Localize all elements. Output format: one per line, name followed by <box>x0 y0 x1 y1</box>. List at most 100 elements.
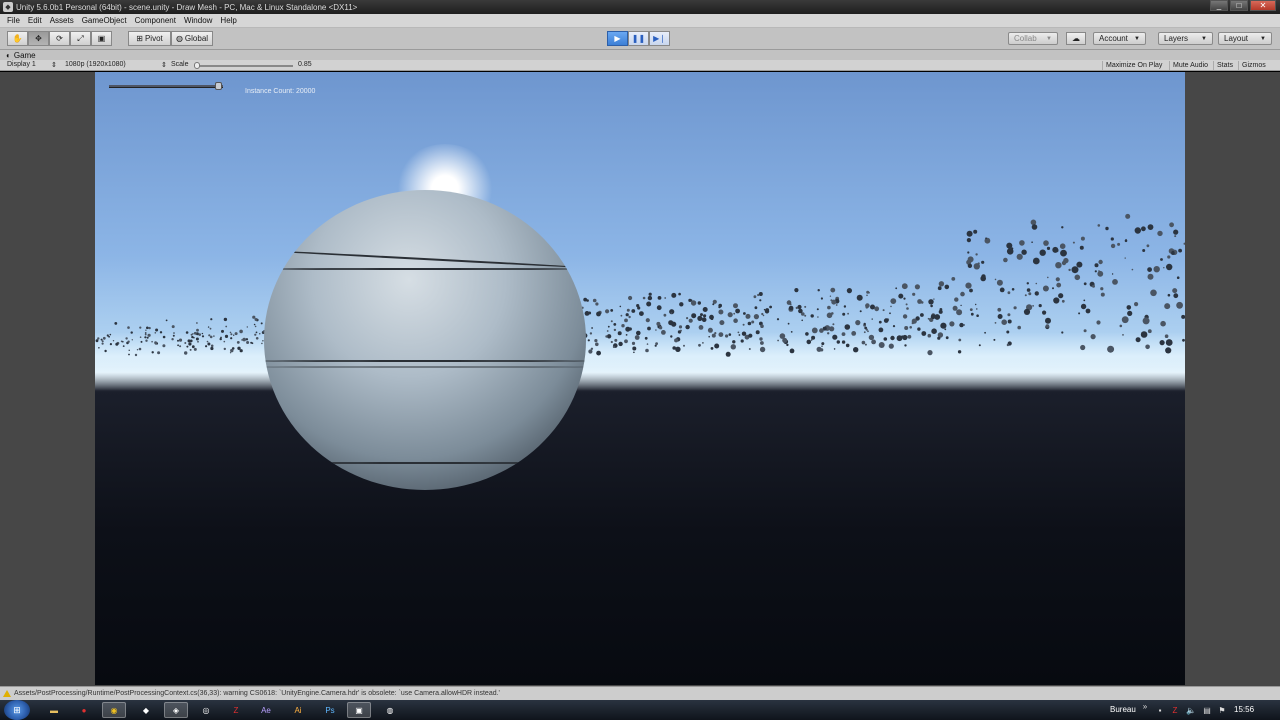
menu-edit[interactable]: Edit <box>24 16 46 25</box>
steam-app[interactable]: ◎ <box>194 702 218 718</box>
instance-slider-fill <box>109 85 223 87</box>
chevron-down-icon: ▼ <box>1201 35 1207 42</box>
photoshop-icon: Ps <box>325 705 335 715</box>
windows-logo-icon: ⊞ <box>13 704 21 715</box>
volume-icon[interactable]: 🔈 <box>1186 705 1196 715</box>
collab-label: Collab <box>1014 34 1037 43</box>
layout-dropdown[interactable]: Layout ▼ <box>1218 32 1272 45</box>
gizmos-dropdown[interactable]: Gizmos <box>1238 61 1269 70</box>
rotate-tool-button[interactable]: ⟳ <box>49 31 70 46</box>
desktop-toolbar-label[interactable]: Bureau <box>1110 705 1136 714</box>
explorer-app[interactable]: ▬ <box>42 702 66 718</box>
pause-button[interactable]: ❚❚ <box>628 31 649 46</box>
stats-toggle[interactable]: Stats <box>1213 61 1236 70</box>
after-effects-icon: Ae <box>261 705 271 715</box>
unity-icon: ◈ <box>172 705 180 715</box>
particle-field <box>95 213 1185 357</box>
menu-help[interactable]: Help <box>216 16 240 25</box>
chevron-down-icon: ▼ <box>1046 35 1052 42</box>
menu-window[interactable]: Window <box>180 16 216 25</box>
expand-toolbar-icon[interactable]: » <box>1140 701 1150 711</box>
menu-bar: File Edit Assets GameObject Component Wi… <box>0 14 1280 28</box>
chrome-app[interactable]: ◉ <box>102 702 126 718</box>
scale-slider-thumb[interactable] <box>194 62 200 69</box>
opera-app[interactable]: ● <box>72 702 96 718</box>
maximize-button[interactable]: □ <box>1230 0 1248 11</box>
menu-assets[interactable]: Assets <box>46 16 78 25</box>
chevron-down-icon: ▼ <box>1260 35 1266 42</box>
status-message: Assets/PostProcessing/Runtime/PostProces… <box>14 690 500 697</box>
flag-icon[interactable]: ⚑ <box>1217 705 1227 715</box>
pivot-icon: ⊞ <box>136 34 143 43</box>
resolution-dropdown[interactable]: 1080p (1920x1080) <box>65 61 126 68</box>
network-icon[interactable]: ▤ <box>1202 705 1212 715</box>
opera-icon: ● <box>81 705 87 715</box>
filezilla-app[interactable]: Z <box>224 702 248 718</box>
cloud-button[interactable]: ☁ <box>1066 32 1086 45</box>
window-title: Unity 5.6.0b1 Personal (64bit) - scene.u… <box>16 2 358 12</box>
active-window-app[interactable]: ▣ <box>347 702 371 718</box>
app-window-icon: ▣ <box>355 705 363 715</box>
after-effects-app[interactable]: Ae <box>254 702 278 718</box>
chevron-up-down-icon: ⇕ <box>161 62 167 69</box>
close-button[interactable]: ✕ <box>1250 0 1276 11</box>
window-controls: _ □ ✕ <box>1210 0 1276 11</box>
obs-app[interactable]: ◍ <box>378 702 402 718</box>
mute-audio-toggle[interactable]: Mute Audio <box>1169 61 1211 70</box>
wooden-sphere <box>264 190 586 490</box>
scale-slider-track[interactable] <box>196 65 293 67</box>
rect-icon: ▣ <box>97 34 106 43</box>
layers-dropdown[interactable]: Layers ▼ <box>1158 32 1213 45</box>
filezilla-icon: Z <box>233 705 239 715</box>
pivot-toggle[interactable]: ⊞ Pivot <box>128 31 171 46</box>
filezilla-tray-icon[interactable]: Z <box>1170 705 1180 715</box>
start-button[interactable]: ⊞ <box>4 700 30 720</box>
collab-dropdown[interactable]: Collab ▼ <box>1008 32 1058 45</box>
global-toggle[interactable]: ◍ Global <box>171 31 213 46</box>
game-controller-icon: ◐ <box>6 51 11 60</box>
tab-game[interactable]: ◐ Game <box>6 51 36 60</box>
unity-hub-app[interactable]: ◆ <box>134 702 158 718</box>
transform-tools: ✋ ✥ ⟳ ⤢ ▣ <box>7 31 112 46</box>
unity-app[interactable]: ◈ <box>164 702 188 718</box>
instance-slider-track[interactable] <box>109 85 223 88</box>
menu-file[interactable]: File <box>3 16 24 25</box>
menu-component[interactable]: Component <box>131 16 180 25</box>
pause-icon: ❚❚ <box>631 34 646 43</box>
play-icon: ▶ <box>614 34 621 43</box>
taskbar-clock[interactable]: 15:56 <box>1234 705 1254 714</box>
rect-tool-button[interactable]: ▣ <box>91 31 112 46</box>
warning-icon <box>3 690 11 697</box>
game-tab-bar: ◐ Game <box>0 50 1280 60</box>
move-tool-button[interactable]: ✥ <box>28 31 49 46</box>
play-controls: ▶ ❚❚ ▶❘ <box>607 31 670 46</box>
step-button[interactable]: ▶❘ <box>649 31 670 46</box>
rotate-icon: ⟳ <box>56 34 63 43</box>
illustrator-app[interactable]: Ai <box>286 702 310 718</box>
step-icon: ▶❘ <box>653 34 666 43</box>
scale-icon: ⤢ <box>77 33 84 43</box>
tray-app-icon[interactable]: ▪ <box>1155 705 1165 715</box>
hand-tool-button[interactable]: ✋ <box>7 31 28 46</box>
scale-tool-button[interactable]: ⤢ <box>70 31 91 46</box>
move-icon: ✥ <box>35 34 42 43</box>
global-label: Global <box>184 34 209 43</box>
hand-icon: ✋ <box>12 34 23 43</box>
steam-icon: ◎ <box>202 705 210 715</box>
console-status-bar[interactable]: Assets/PostProcessing/Runtime/PostProces… <box>0 686 1280 700</box>
instance-slider-thumb[interactable] <box>215 82 222 90</box>
photoshop-app[interactable]: Ps <box>318 702 342 718</box>
scale-value: 0.85 <box>298 61 312 68</box>
windows-taskbar: ⊞ ▬ ● ◉ ◆ ◈ ◎ Z Ae Ai Ps ▣ ◍ Bureau » ▪ … <box>0 700 1280 720</box>
cloud-icon: ☁ <box>1072 34 1080 43</box>
chrome-icon: ◉ <box>110 705 118 715</box>
game-viewport[interactable]: Instance Count: 20000 <box>95 72 1185 685</box>
illustrator-icon: Ai <box>294 705 302 715</box>
maximize-on-play-toggle[interactable]: Maximize On Play <box>1102 61 1165 70</box>
menu-gameobject[interactable]: GameObject <box>78 16 131 25</box>
main-toolbar: ✋ ✥ ⟳ ⤢ ▣ ⊞ Pivot ◍ Global ▶ ❚❚ ▶❘ Colla… <box>0 28 1280 50</box>
play-button[interactable]: ▶ <box>607 31 628 46</box>
account-dropdown[interactable]: Account ▼ <box>1093 32 1146 45</box>
minimize-button[interactable]: _ <box>1210 0 1228 11</box>
display-dropdown[interactable]: Display 1 <box>7 61 36 68</box>
